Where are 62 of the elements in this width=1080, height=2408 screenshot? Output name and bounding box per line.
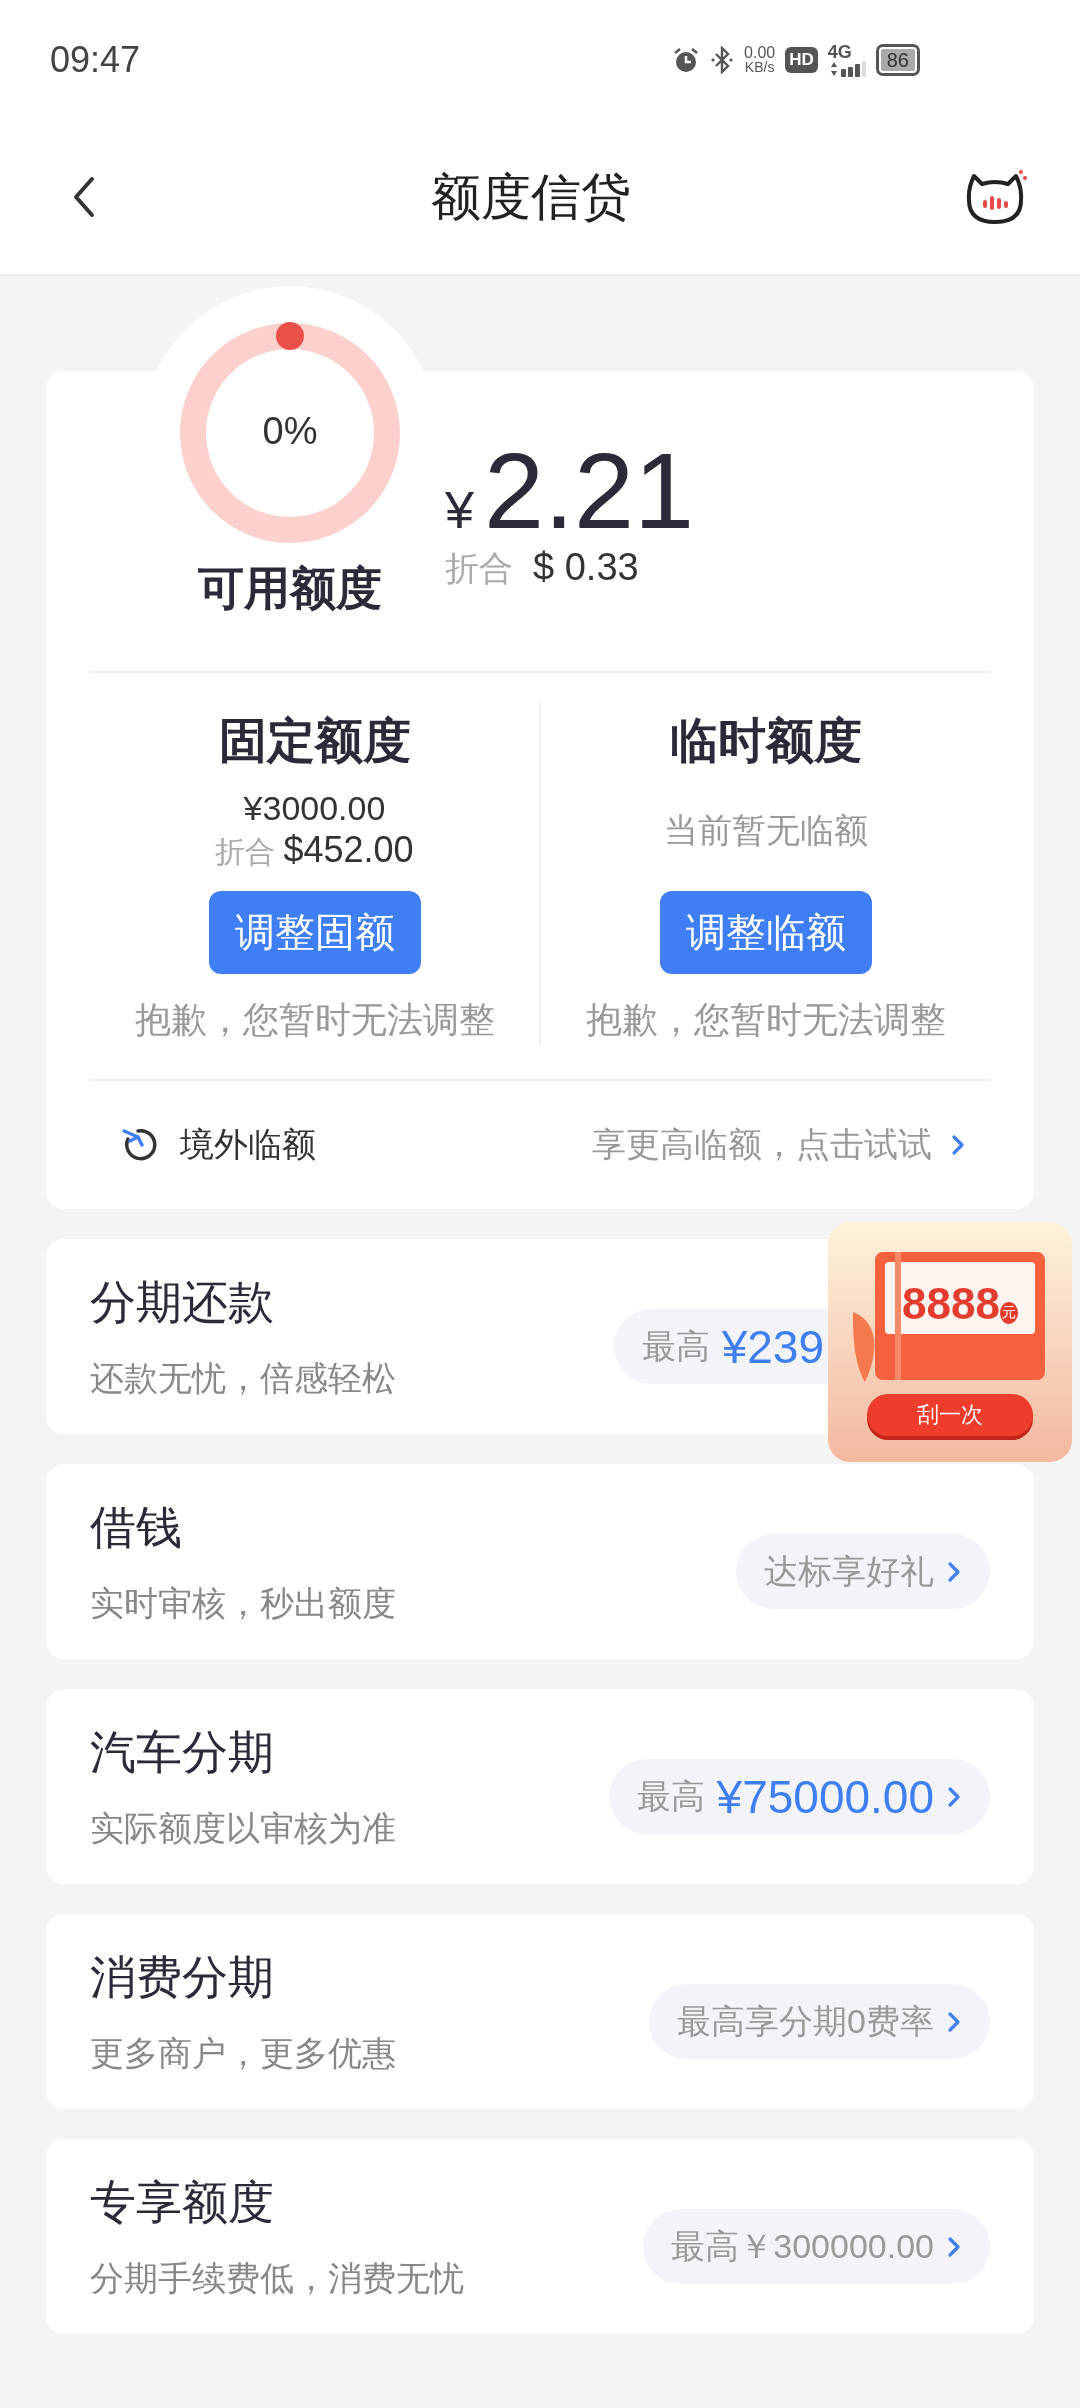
product-card[interactable]: 消费分期 更多商户，更多优惠 最高享分期0费率 [46, 1914, 1034, 2109]
overseas-label: 境外临额 [180, 1124, 316, 1165]
offer-pill[interactable]: 最高享分期0费率 [649, 1984, 990, 2059]
speed-unit: KB/s [744, 60, 775, 75]
overseas-hint: 享更高临额，点击试试 [592, 1124, 932, 1165]
limit-amount: ¥3000.00 [243, 788, 386, 828]
hd-badge: HD [785, 47, 818, 73]
offer-label: 最高 [641, 1325, 710, 1367]
note-text: 抱歉，您暂时无法调整 [585, 998, 946, 1042]
adjust-button[interactable]: 调整固额 [208, 891, 421, 974]
offer-text: 最高享分期0费率 [677, 2000, 934, 2042]
ring-percent: 0% [261, 410, 319, 453]
product-title: 消费分期 [90, 1949, 275, 2005]
feather-icon [853, 1312, 875, 1382]
offer-pill[interactable]: 最高 ¥239 [613, 1309, 828, 1384]
product-subtitle: 实时审核，秒出额度 [90, 1582, 396, 1624]
product-title: 汽车分期 [90, 1724, 275, 1780]
prize-amount: 8888 [902, 1280, 1000, 1328]
product-card[interactable]: 借钱 实时审核，秒出额度 达标享好礼 [46, 1464, 1034, 1659]
product-subtitle: 更多商户，更多优惠 [90, 2032, 396, 2074]
network-speed: 0.00 [744, 45, 776, 60]
offer-text: 达标享好礼 [764, 1550, 934, 1592]
chevron-icon [946, 1785, 962, 1808]
prize-unit: 元 [999, 1302, 1018, 1324]
limit-title: 固定额度 [218, 713, 411, 769]
converted-amount: $452.00 [283, 828, 414, 872]
offer-amount: ¥239 [721, 1319, 824, 1374]
converted-label: 折合 [445, 548, 513, 589]
offer-pill[interactable]: 达标享好礼 [736, 1534, 990, 1609]
promo-popup[interactable]: 8888 元 刮一次 [828, 1222, 1072, 1462]
currency-sign: ¥ [445, 480, 474, 540]
adjust-button[interactable]: 调整临额 [659, 891, 872, 974]
status-time: 09:47 [50, 39, 141, 81]
chevron-icon [946, 2235, 962, 2258]
product-card[interactable]: 专享额度 分期手续费低，消费无忧 最高￥300000.00 [46, 2139, 1034, 2334]
offer-amount: ¥75000.00 [716, 1769, 934, 1824]
product-title: 专享额度 [90, 2174, 275, 2230]
limit-title: 临时额度 [669, 713, 862, 769]
product-title: 借钱 [90, 1499, 183, 1555]
offer-pill[interactable]: 最高￥300000.00 [643, 2209, 990, 2284]
page-title: 额度信贷 [431, 167, 631, 227]
chevron-icon [946, 1560, 962, 1583]
offer-text: 最高￥300000.00 [671, 2225, 934, 2267]
battery-level: 86 [880, 49, 915, 71]
product-subtitle: 实际额度以审核为准 [90, 1807, 396, 1849]
chevron-icon [946, 2010, 962, 2033]
offer-label: 最高 [636, 1775, 705, 1817]
chevron-icon [950, 1134, 966, 1156]
product-title: 分期还款 [90, 1274, 275, 1330]
available-amount: 2.21 [483, 436, 695, 546]
converted-amount: $ 0.33 [533, 546, 639, 589]
product-subtitle: 还款无忧，倍感轻松 [90, 1357, 396, 1399]
network-type: 4G [827, 43, 852, 61]
note-text: 抱歉，您暂时无法调整 [134, 998, 495, 1042]
offer-pill[interactable]: 最高 ¥75000.00 [608, 1759, 990, 1834]
product-card[interactable]: 汽车分期 实际额度以审核为准 最高 ¥75000.00 [46, 1689, 1034, 1884]
bluetooth-icon [710, 46, 735, 74]
available-label: 可用额度 [198, 561, 382, 616]
empty-text: 当前暂无临额 [663, 810, 868, 851]
converted-label: 折合 [215, 834, 276, 870]
overseas-row[interactable]: 境外临额 享更高临额，点击试试 [90, 1081, 990, 1209]
product-subtitle: 分期手续费低，消费无忧 [90, 2257, 464, 2299]
